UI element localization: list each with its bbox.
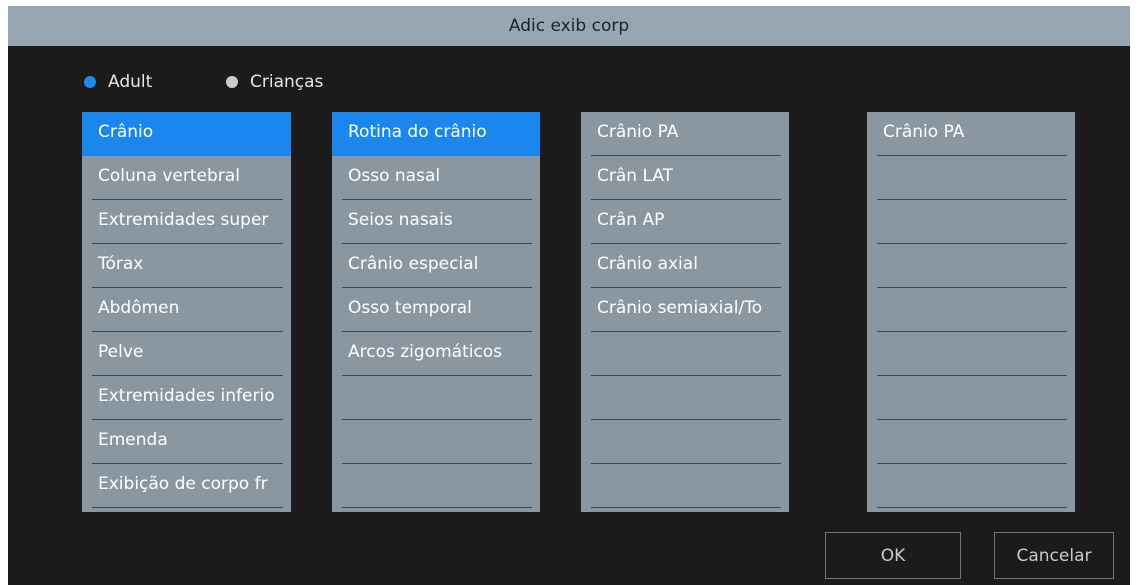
- radio-adult[interactable]: Adult: [84, 70, 152, 94]
- list-item[interactable]: Crânio axial: [581, 244, 789, 288]
- list-item[interactable]: [581, 376, 789, 420]
- list-item[interactable]: [581, 420, 789, 464]
- list-item[interactable]: Crân LAT: [581, 156, 789, 200]
- list-item[interactable]: [332, 376, 540, 420]
- list-item[interactable]: Crân AP: [581, 200, 789, 244]
- list-item[interactable]: Extremidades super: [82, 200, 291, 244]
- list-item[interactable]: Exibição de corpo fr: [82, 464, 291, 508]
- list-item[interactable]: Crânio: [82, 112, 291, 156]
- list-item[interactable]: [867, 420, 1075, 464]
- list-item[interactable]: Abdômen: [82, 288, 291, 332]
- list-item[interactable]: Seios nasais: [332, 200, 540, 244]
- radio-children[interactable]: Crianças: [226, 70, 323, 94]
- list-item[interactable]: [867, 332, 1075, 376]
- list-item[interactable]: [332, 464, 540, 508]
- list-item[interactable]: Rotina do crânio: [332, 112, 540, 156]
- list-item[interactable]: [581, 332, 789, 376]
- dialog-title: Adic exib corp: [8, 6, 1130, 46]
- list-item[interactable]: [581, 464, 789, 508]
- list-item[interactable]: Osso nasal: [332, 156, 540, 200]
- list-item[interactable]: Emenda: [82, 420, 291, 464]
- radio-selected-icon: [84, 76, 96, 88]
- list-item[interactable]: [867, 244, 1075, 288]
- body-region-list: Crânio Coluna vertebral Extremidades super…: [82, 112, 291, 512]
- list-item[interactable]: Coluna vertebral: [82, 156, 291, 200]
- cancel-button[interactable]: Cancelar: [994, 532, 1114, 579]
- added-view-list: Crânio PA: [867, 112, 1075, 512]
- ok-button[interactable]: OK: [825, 532, 961, 579]
- list-item[interactable]: Crânio especial: [332, 244, 540, 288]
- list-item[interactable]: Extremidades inferio: [82, 376, 291, 420]
- protocol-list: Rotina do crânio Osso nasal Seios nasais Cr…: [332, 112, 540, 512]
- view-list: Crânio PA Crân LAT Crân AP Crânio axial Crân…: [581, 112, 789, 512]
- list-item[interactable]: [332, 420, 540, 464]
- list-item[interactable]: Crânio semiaxial/To: [581, 288, 789, 332]
- list-item[interactable]: [867, 464, 1075, 508]
- list-item[interactable]: Crânio PA: [581, 112, 789, 156]
- add-body-view-dialog: Adic exib corp Adult Crianças Crânio Colu…: [8, 6, 1130, 585]
- radio-unselected-icon: [226, 76, 238, 88]
- list-item[interactable]: [867, 156, 1075, 200]
- list-item[interactable]: [867, 376, 1075, 420]
- list-item[interactable]: Crânio PA: [867, 112, 1075, 156]
- list-item[interactable]: Tórax: [82, 244, 291, 288]
- list-item[interactable]: Arcos zigomáticos: [332, 332, 540, 376]
- list-item[interactable]: Pelve: [82, 332, 291, 376]
- list-item[interactable]: [867, 288, 1075, 332]
- radio-children-label: Crianças: [250, 72, 324, 92]
- radio-adult-label: Adult: [108, 72, 153, 92]
- list-item[interactable]: [867, 200, 1075, 244]
- list-item[interactable]: Osso temporal: [332, 288, 540, 332]
